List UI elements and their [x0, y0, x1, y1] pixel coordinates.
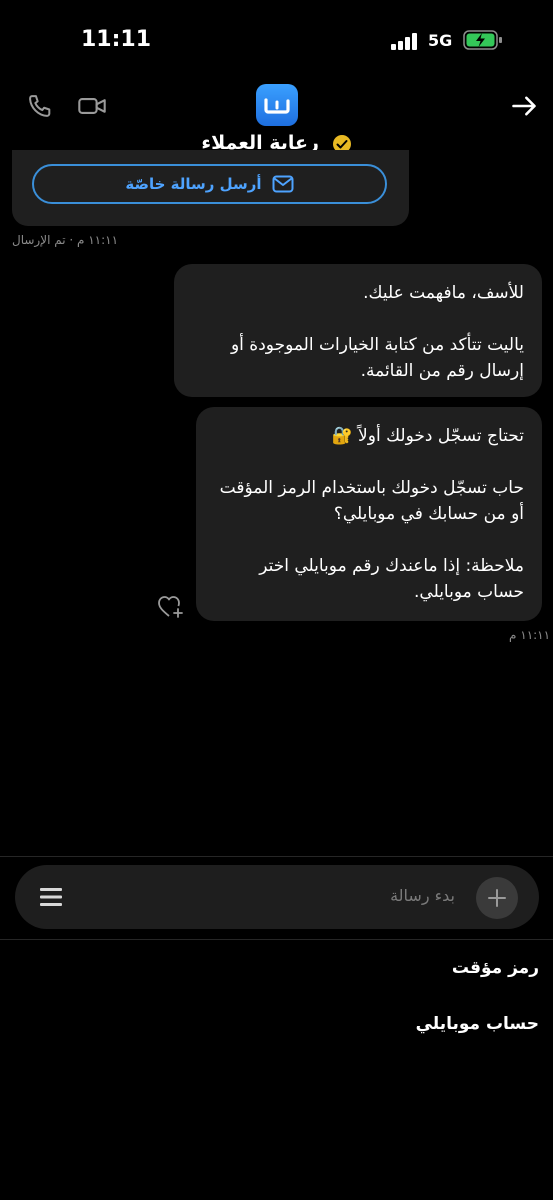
message-composer[interactable]	[15, 865, 539, 929]
sent-status: ١١:١١ م · تم الإرسال	[12, 233, 119, 247]
message-time: ١١:١١ م	[509, 628, 551, 642]
message-paragraph: حاب تسجّل دخولك باستخدام الرمز المؤقت أو…	[219, 478, 524, 524]
phone-icon[interactable]	[26, 92, 54, 120]
mobily-logo-icon	[264, 98, 290, 114]
quick-reply-option[interactable]: حساب موبايلي	[416, 1014, 539, 1034]
battery-icon	[463, 30, 502, 50]
message-bubble[interactable]: للأسف، مافهمت عليك. ياليت تتأكد من كتابة…	[174, 264, 542, 397]
arrow-right-icon[interactable]	[510, 92, 538, 120]
brand-logo	[256, 84, 298, 126]
signal-icon	[391, 33, 417, 50]
divider	[0, 939, 553, 940]
network-label: 5G	[428, 31, 453, 50]
plus-icon	[488, 889, 506, 907]
quick-reply-option[interactable]: رمز مؤقت	[452, 958, 539, 978]
divider	[0, 856, 553, 857]
video-icon[interactable]	[77, 92, 107, 120]
envelope-icon	[272, 175, 294, 193]
message-paragraph: ملاحظة: إذا ماعندك رقم موبايلي اختر حساب…	[259, 556, 524, 602]
add-reaction-icon[interactable]	[157, 594, 185, 620]
status-time: 11:11	[81, 27, 152, 52]
add-attachment-button[interactable]	[476, 877, 518, 919]
message-paragraph: تحتاج تسجّل دخولك أولاً 🔐	[331, 426, 524, 446]
message-paragraph: للأسف، مافهمت عليك.	[363, 283, 524, 303]
send-private-message-button[interactable]: أرسل رسالة خاصّة	[32, 164, 387, 204]
message-paragraph: ياليت تتأكد من كتابة الخيارات الموجودة أ…	[230, 335, 524, 381]
message-bubble[interactable]: تحتاج تسجّل دخولك أولاً 🔐 حاب تسجّل دخول…	[196, 407, 542, 621]
send-private-message-label: أرسل رسالة خاصّة	[125, 175, 262, 193]
menu-icon[interactable]	[38, 884, 64, 910]
message-input[interactable]: بدء رسالة	[300, 886, 455, 905]
